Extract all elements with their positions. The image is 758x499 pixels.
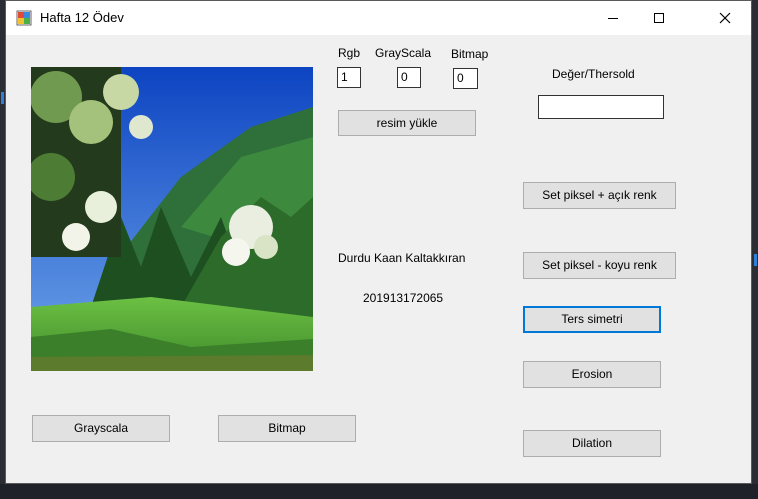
load-image-button[interactable]: resim yükle xyxy=(338,110,476,136)
grayscale-label: GrayScala xyxy=(375,46,432,60)
student-id: 201913172065 xyxy=(363,291,444,305)
background-mark xyxy=(1,92,4,104)
maximize-icon xyxy=(654,13,664,23)
grayscale-input[interactable]: 0 xyxy=(397,67,421,88)
background-right-edge xyxy=(752,0,758,499)
maximize-button[interactable] xyxy=(636,1,682,35)
set-pixel-dark-button[interactable]: Set piksel - koyu renk xyxy=(523,252,676,279)
reverse-symmetry-button[interactable]: Ters simetri xyxy=(523,306,661,333)
dilation-button[interactable]: Dilation xyxy=(523,430,661,457)
landscape-photo-icon xyxy=(31,67,313,371)
grayscale-button[interactable]: Grayscala xyxy=(32,415,170,442)
title-bar: Hafta 12 Ödev xyxy=(6,1,751,35)
set-pixel-light-button[interactable]: Set piksel + açık renk xyxy=(523,182,676,209)
bitmap-input[interactable]: 0 xyxy=(453,68,478,89)
rgb-input[interactable]: 1 xyxy=(337,67,361,88)
minimize-icon xyxy=(608,18,618,19)
threshold-label: Değer/Thersold xyxy=(552,67,635,81)
close-icon xyxy=(719,12,731,24)
minimize-button[interactable] xyxy=(590,1,636,35)
rgb-label: Rgb xyxy=(338,46,361,60)
background-bottom-edge xyxy=(0,484,758,499)
window-title: Hafta 12 Ödev xyxy=(40,10,124,25)
erosion-button[interactable]: Erosion xyxy=(523,361,661,388)
threshold-input[interactable] xyxy=(538,95,664,119)
app-icon xyxy=(16,10,32,26)
close-button[interactable] xyxy=(702,1,748,35)
author-name: Durdu Kaan Kaltakkıran xyxy=(338,251,466,265)
bitmap-label: Bitmap xyxy=(451,47,489,61)
background-mark xyxy=(754,254,757,266)
bitmap-button[interactable]: Bitmap xyxy=(218,415,356,442)
image-preview xyxy=(31,67,313,371)
app-window: Hafta 12 Ödev Rgb GrayScala Bitmap 1 0 0… xyxy=(5,0,752,484)
